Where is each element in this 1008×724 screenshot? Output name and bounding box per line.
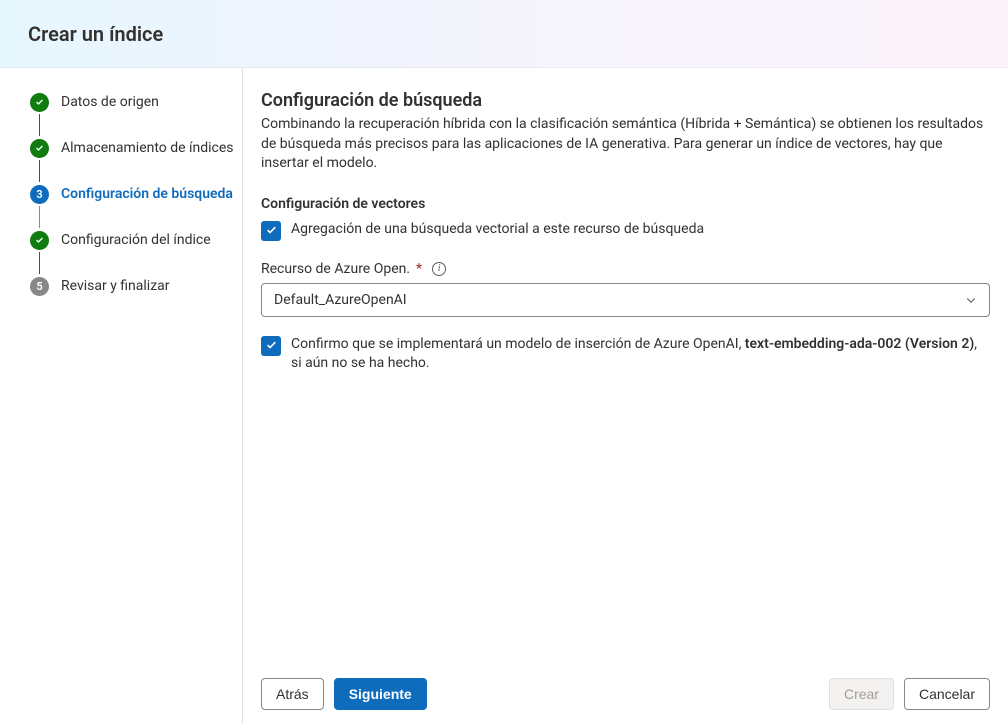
- info-icon[interactable]: i: [432, 262, 446, 276]
- azure-openai-resource-dropdown[interactable]: Default_AzureOpenAI: [261, 283, 990, 317]
- resource-field-label: Recurso de Azure Open.: [261, 261, 410, 277]
- wizard-step-label: Configuración de búsqueda: [61, 186, 233, 202]
- section-title: Configuración de búsqueda: [261, 90, 990, 111]
- vector-search-checkbox-row: Agregación de una búsqueda vectorial a e…: [261, 220, 990, 241]
- wizard-step-label: Configuración del índice: [61, 232, 211, 248]
- wizard-step-label: Almacenamiento de índices: [61, 140, 234, 156]
- resource-label-row: Recurso de Azure Open. * i: [261, 261, 990, 277]
- section-description: Combinando la recuperación híbrida con l…: [261, 115, 990, 174]
- check-circle-icon: [30, 93, 49, 112]
- cancel-button[interactable]: Cancelar: [904, 678, 990, 710]
- vector-search-checkbox-label: Agregación de una búsqueda vectorial a e…: [291, 220, 704, 240]
- page-header: Crear un índice: [0, 0, 1008, 68]
- next-button[interactable]: Siguiente: [334, 678, 427, 710]
- confirm-model-checkbox[interactable]: [261, 336, 281, 356]
- check-circle-icon: [30, 139, 49, 158]
- wizard-step-label: Datos de origen: [61, 94, 159, 110]
- wizard-step-review[interactable]: 5 Revisar y finalizar: [30, 274, 232, 298]
- step-connector: [39, 206, 40, 228]
- step-connector: [39, 114, 40, 136]
- body: Datos de origen Almacenamiento de índice…: [0, 68, 1008, 724]
- step-number-icon: 3: [30, 185, 49, 204]
- wizard-step-label: Revisar y finalizar: [61, 278, 170, 294]
- footer-left-group: Atrás Siguiente: [261, 678, 427, 710]
- confirm-model-checkbox-label: Confirmo que se implementará un modelo d…: [291, 335, 990, 374]
- main-content: Configuración de búsqueda Combinando la …: [261, 90, 990, 666]
- main-panel: Configuración de búsqueda Combinando la …: [243, 68, 1008, 724]
- create-button: Crear: [829, 678, 894, 710]
- step-connector: [39, 160, 40, 182]
- back-button[interactable]: Atrás: [261, 678, 324, 710]
- wizard-steps-sidebar: Datos de origen Almacenamiento de índice…: [0, 68, 243, 724]
- wizard-footer: Atrás Siguiente Crear Cancelar: [261, 666, 990, 710]
- wizard-step-data-source[interactable]: Datos de origen: [30, 90, 232, 114]
- chevron-down-icon: [965, 294, 977, 306]
- page-title: Crear un índice: [28, 22, 163, 46]
- confirm-model-name: text-embedding-ada-002 (Version 2): [745, 336, 974, 352]
- check-circle-icon: [30, 231, 49, 250]
- wizard-step-index-config[interactable]: Configuración del índice: [30, 228, 232, 252]
- required-asterisk-icon: *: [416, 261, 422, 277]
- wizard-step-list: Datos de origen Almacenamiento de índice…: [30, 90, 232, 298]
- confirm-model-checkbox-row: Confirmo que se implementará un modelo d…: [261, 335, 990, 374]
- dropdown-selected-value: Default_AzureOpenAI: [274, 292, 407, 308]
- wizard-step-index-storage[interactable]: Almacenamiento de índices: [30, 136, 232, 160]
- footer-right-group: Crear Cancelar: [829, 678, 990, 710]
- vector-config-title: Configuración de vectores: [261, 196, 990, 212]
- step-connector: [39, 252, 40, 274]
- step-number-icon: 5: [30, 277, 49, 296]
- vector-search-checkbox[interactable]: [261, 221, 281, 241]
- wizard-step-search-config[interactable]: 3 Configuración de búsqueda: [30, 182, 232, 206]
- confirm-text-prefix: Confirmo que se implementará un modelo d…: [291, 336, 745, 352]
